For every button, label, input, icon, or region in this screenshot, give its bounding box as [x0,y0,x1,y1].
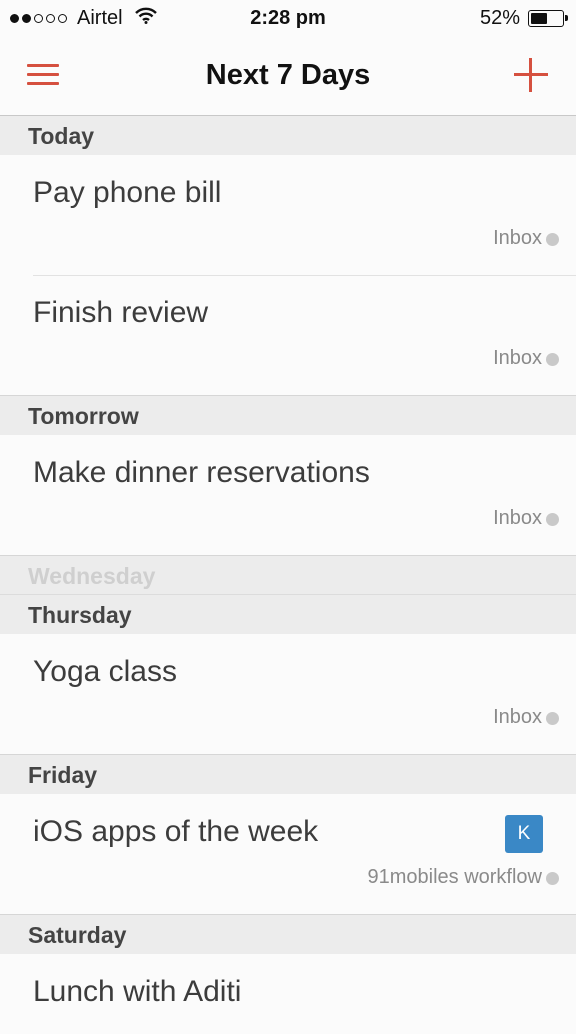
task-title: Make dinner reservations [33,456,370,489]
task-project-label: Inbox [493,347,542,369]
project-dot-icon [546,872,559,885]
section-header-tomorrow: Tomorrow [0,396,576,435]
section-header-saturday: Saturday [0,915,576,954]
task-title: Finish review [33,296,209,329]
project-dot-icon [546,513,559,526]
task-list: Today Pay phone bill Inbox Finish review… [0,116,576,1034]
navigation-bar: Next 7 Days [0,38,576,116]
task-title: iOS apps of the week [33,815,319,848]
battery-percentage: 52% [479,7,520,29]
plus-icon[interactable] [514,58,548,92]
task-item[interactable]: Make dinner reservations Inbox [0,435,576,556]
project-dot-icon [546,233,559,246]
task-item[interactable]: Finish review Inbox [0,275,576,396]
task-item[interactable]: Pay phone bill Inbox [0,155,576,275]
section-header-today: Today [0,116,576,155]
status-bar: Airtel 2:28 pm 52% [0,0,576,38]
status-right: 52% [479,7,568,30]
section-header-friday: Friday [0,755,576,794]
task-title: Yoga class [33,655,177,688]
section-header-wednesday: Wednesday [0,556,576,595]
task-title: Lunch with Aditi [33,975,242,1008]
task-project-label: Inbox [493,706,542,728]
project-dot-icon [546,353,559,366]
battery-icon [528,10,568,27]
section-header-thursday: Thursday [0,595,576,634]
project-dot-icon [546,712,559,725]
task-title: Pay phone bill [33,176,222,209]
task-item[interactable]: iOS apps of the week K 91mobiles workflo… [0,794,576,915]
assignee-avatar: K [505,815,543,853]
task-project-label: Inbox [493,227,542,249]
task-item[interactable]: Yoga class Inbox [0,634,576,755]
task-project-label: Inbox [493,507,542,529]
page-title: Next 7 Days [205,59,371,91]
task-project-label: 91mobiles workflow [367,866,542,888]
task-item[interactable]: Lunch with Aditi [0,954,576,1034]
